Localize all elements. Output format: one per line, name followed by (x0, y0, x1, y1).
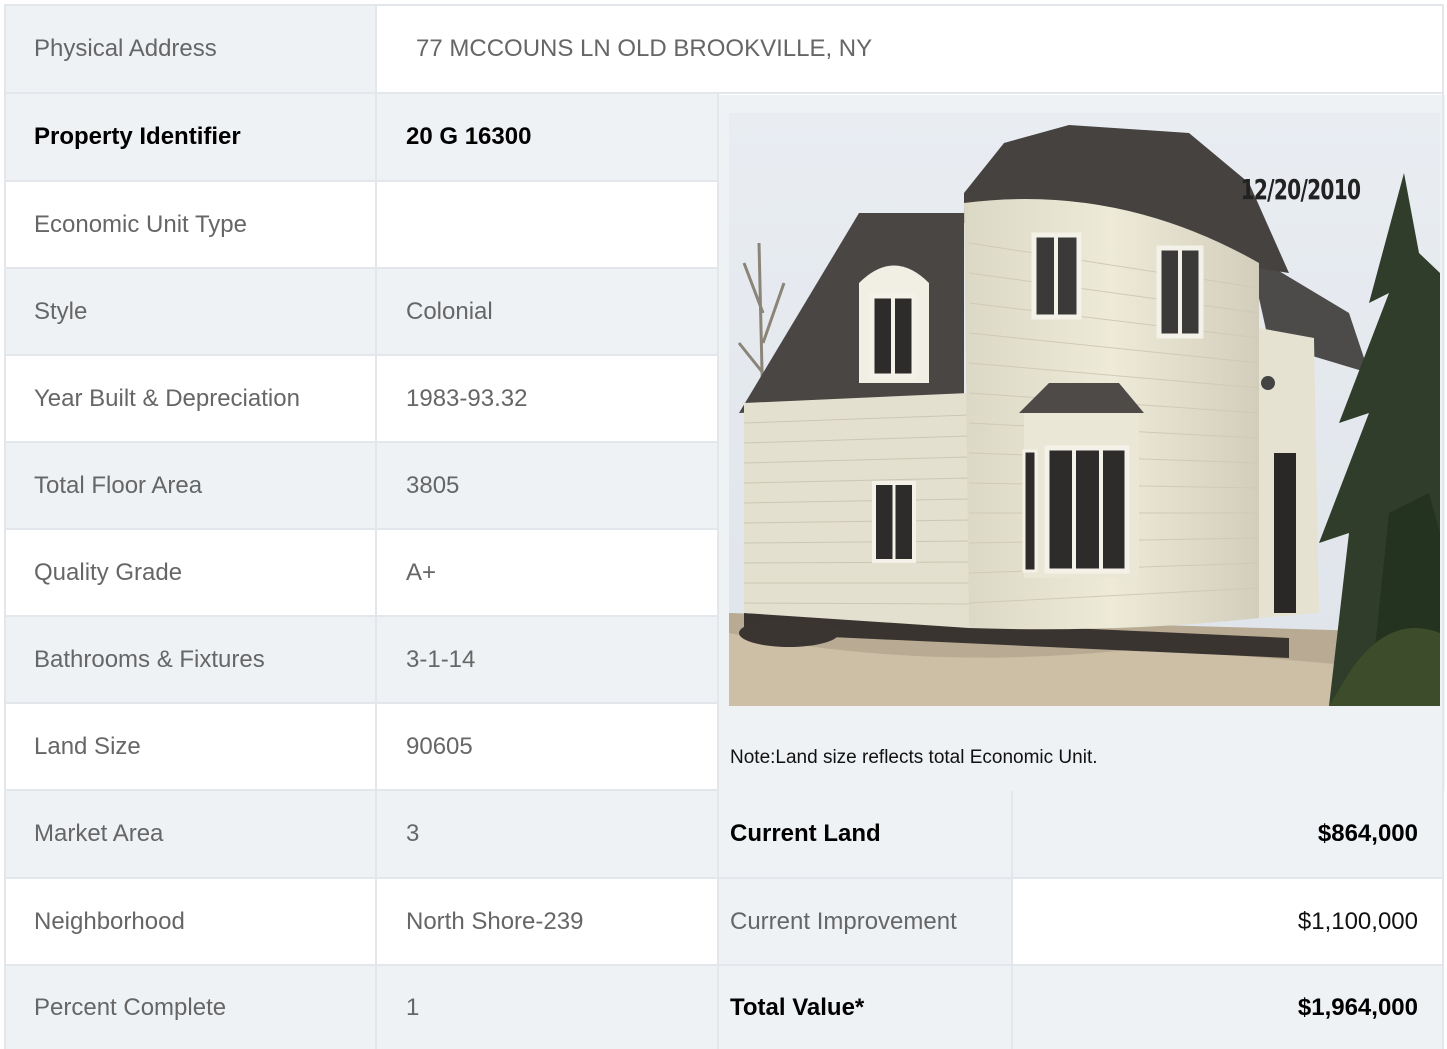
market-area-value: 3 (376, 791, 718, 879)
column-divider (717, 94, 719, 1049)
photo-date-stamp: 12/20/2010 (1240, 173, 1360, 206)
land-size-note: Note:Land size reflects total Economic U… (730, 747, 1098, 768)
total-floor-area-label: Total Floor Area (4, 443, 376, 530)
market-area-label: Market Area (4, 791, 376, 879)
current-land-label: Current Land (718, 791, 1012, 879)
bathrooms-fixtures-label: Bathrooms & Fixtures (4, 617, 376, 704)
property-identifier-value: 20 G 16300 (376, 94, 718, 182)
property-identifier-label: Property Identifier (4, 94, 376, 182)
year-built-label: Year Built & Depreciation (4, 356, 376, 443)
bathrooms-fixtures-value: 3-1-14 (376, 617, 718, 704)
physical-address-label: Physical Address (4, 6, 376, 94)
current-improvement-label: Current Improvement (718, 879, 1012, 966)
column-divider (375, 6, 377, 1049)
percent-complete-label: Percent Complete (4, 966, 376, 1049)
column-divider (1011, 791, 1013, 1049)
total-value-label: Total Value* (718, 966, 1012, 1049)
current-improvement-value: $1,100,000 (1012, 879, 1444, 966)
economic-unit-type-value (376, 182, 718, 269)
total-floor-area-value: 3805 (376, 443, 718, 530)
land-size-value: 90605 (376, 704, 718, 791)
quality-grade-label: Quality Grade (4, 530, 376, 617)
neighborhood-value: North Shore-239 (376, 879, 718, 966)
economic-unit-type-label: Economic Unit Type (4, 182, 376, 269)
land-size-label: Land Size (4, 704, 376, 791)
year-built-value: 1983-93.32 (376, 356, 718, 443)
current-land-value: $864,000 (1012, 791, 1444, 879)
percent-complete-value: 1 (376, 966, 718, 1049)
house-photo: 12/20/2010 (729, 113, 1440, 706)
style-label: Style (4, 269, 376, 356)
style-value: Colonial (376, 269, 718, 356)
property-photo-panel: 12/20/2010 Note:Land size reflects total… (718, 95, 1445, 791)
neighborhood-label: Neighborhood (4, 879, 376, 966)
total-value-value: $1,964,000 (1012, 966, 1444, 1049)
quality-grade-value: A+ (376, 530, 718, 617)
physical-address-value: 77 MCCOUNS LN OLD BROOKVILLE, NY (376, 6, 1444, 94)
